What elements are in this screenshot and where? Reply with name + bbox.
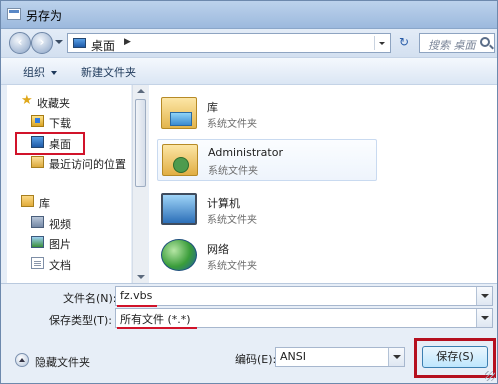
star-icon: ★ bbox=[21, 93, 33, 108]
filename-input[interactable]: fz.vbs bbox=[115, 286, 493, 306]
sidebar-item-label: 视频 bbox=[49, 218, 71, 231]
sidebar-item-videos[interactable]: 视频 bbox=[7, 214, 131, 232]
new-folder-button[interactable]: 新建文件夹 bbox=[81, 64, 136, 80]
scroll-up-icon[interactable] bbox=[137, 89, 145, 93]
scroll-down-icon[interactable] bbox=[137, 275, 145, 279]
computer-icon bbox=[161, 193, 197, 225]
downloads-folder-icon bbox=[31, 115, 44, 127]
network-icon bbox=[161, 239, 197, 271]
address-bar[interactable]: 桌面 ▶ bbox=[67, 33, 391, 53]
filename-value[interactable]: fz.vbs bbox=[120, 289, 152, 302]
scroll-thumb[interactable] bbox=[135, 99, 146, 187]
item-name: 网络 bbox=[207, 243, 229, 256]
address-dropdown-button[interactable] bbox=[374, 36, 388, 50]
notepad-icon bbox=[7, 8, 21, 20]
sidebar-item-label: 下载 bbox=[49, 117, 71, 130]
organize-button[interactable]: 组织 bbox=[23, 64, 57, 80]
back-button[interactable]: ‹ bbox=[9, 32, 31, 54]
filename-label: 文件名(N): bbox=[63, 292, 117, 305]
sidebar-item-recent[interactable]: 最近访问的位置 bbox=[7, 154, 131, 172]
forward-button[interactable]: › bbox=[31, 32, 53, 54]
item-type: 系统文件夹 bbox=[207, 261, 257, 272]
save-type-label: 保存类型(T): bbox=[49, 314, 113, 327]
breadcrumb-arrow-icon[interactable]: ▶ bbox=[124, 37, 131, 47]
save-type-value[interactable]: 所有文件 (*.*) bbox=[120, 311, 191, 327]
item-name: Administrator bbox=[208, 146, 283, 159]
library-icon bbox=[161, 97, 197, 129]
chevron-up-icon bbox=[15, 353, 29, 367]
forward-arrow-icon: › bbox=[39, 35, 45, 49]
sidebar-item-documents[interactable]: 文档 bbox=[7, 255, 131, 273]
navigation-bar: ‹ › 桌面 ▶ ↻ 搜索 桌面 bbox=[1, 29, 497, 57]
save-type-dropdown-button[interactable] bbox=[476, 309, 492, 327]
sidebar-item-downloads[interactable]: 下载 bbox=[7, 113, 131, 131]
window-title: 另存为 bbox=[26, 9, 63, 23]
library-icon bbox=[21, 195, 34, 207]
organize-label: 组织 bbox=[23, 66, 45, 79]
sidebar-item-label: 库 bbox=[39, 197, 50, 210]
file-list: 库 系统文件夹 Administrator 系统文件夹 计算机 系统文件夹 网络… bbox=[149, 85, 497, 283]
command-toolbar: 组织 新建文件夹 bbox=[1, 57, 497, 85]
list-item[interactable]: 计算机 系统文件夹 bbox=[157, 189, 377, 231]
sidebar-item-favorites[interactable]: ★ 收藏夹 bbox=[7, 93, 131, 111]
item-name: 计算机 bbox=[207, 197, 240, 210]
search-placeholder[interactable]: 搜索 桌面 bbox=[428, 37, 476, 53]
item-type: 系统文件夹 bbox=[208, 166, 258, 177]
video-icon bbox=[31, 216, 44, 228]
navpane-scrollbar[interactable] bbox=[132, 85, 148, 283]
filename-underline bbox=[117, 305, 157, 307]
save-type-select[interactable]: 所有文件 (*.*) bbox=[115, 308, 493, 328]
back-arrow-icon: ‹ bbox=[17, 35, 23, 49]
chevron-down-icon bbox=[51, 71, 57, 75]
save-type-underline bbox=[117, 327, 197, 329]
search-box[interactable]: 搜索 桌面 bbox=[419, 33, 495, 53]
sidebar-item-label: 图片 bbox=[49, 238, 71, 251]
encoding-value[interactable]: ANSI bbox=[280, 350, 306, 363]
sidebar-item-label: 文档 bbox=[49, 259, 71, 272]
navigation-pane: ★ 收藏夹 下载 桌面 最近访问的位置 库 视频 图片 文档 bbox=[7, 85, 131, 283]
refresh-icon[interactable]: ↻ bbox=[394, 35, 414, 51]
list-item[interactable]: 网络 系统文件夹 bbox=[157, 235, 377, 277]
sidebar-item-label: 最近访问的位置 bbox=[49, 158, 126, 171]
desktop-highlight-box bbox=[15, 132, 85, 155]
sidebar-item-libraries[interactable]: 库 bbox=[7, 193, 131, 211]
item-name: 库 bbox=[207, 101, 218, 114]
desktop-icon bbox=[73, 38, 86, 48]
resize-grip[interactable] bbox=[485, 371, 495, 381]
title-bar[interactable]: 另存为 bbox=[1, 1, 497, 29]
item-type: 系统文件夹 bbox=[207, 119, 257, 130]
search-icon[interactable] bbox=[480, 37, 490, 47]
recent-pages-dropdown[interactable] bbox=[55, 40, 63, 44]
encoding-dropdown-button[interactable] bbox=[388, 348, 404, 366]
sidebar-item-label: 收藏夹 bbox=[37, 97, 70, 110]
address-text[interactable]: 桌面 bbox=[91, 37, 115, 54]
recent-places-icon bbox=[31, 156, 44, 168]
encoding-label: 编码(E): bbox=[235, 353, 277, 366]
encoding-select[interactable]: ANSI bbox=[275, 347, 405, 367]
save-as-dialog: 另存为 ‹ › 桌面 ▶ ↻ 搜索 桌面 组织 新建文件夹 ★ 收藏夹 下载 桌… bbox=[0, 0, 498, 384]
sidebar-item-pictures[interactable]: 图片 bbox=[7, 234, 131, 252]
item-type: 系统文件夹 bbox=[207, 215, 257, 226]
list-item[interactable]: Administrator 系统文件夹 bbox=[157, 139, 377, 181]
filename-dropdown-button[interactable] bbox=[476, 287, 492, 305]
save-highlight-box bbox=[414, 338, 496, 378]
document-icon bbox=[31, 257, 44, 269]
picture-icon bbox=[31, 236, 44, 248]
user-folder-icon bbox=[162, 144, 198, 176]
hide-folders-label: 隐藏文件夹 bbox=[35, 356, 90, 369]
list-item[interactable]: 库 系统文件夹 bbox=[157, 93, 377, 135]
